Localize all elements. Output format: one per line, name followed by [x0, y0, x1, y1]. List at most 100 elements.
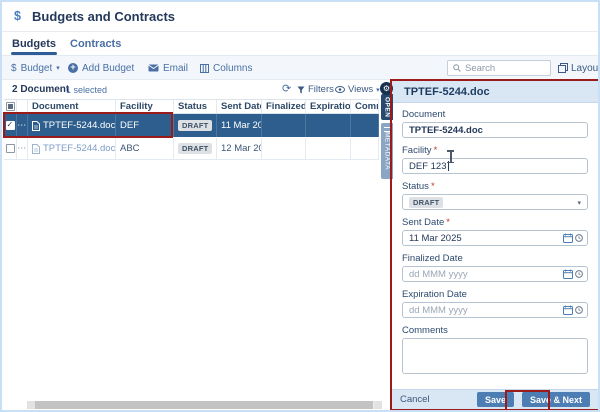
tab-bar: Budgets Contracts — [2, 32, 598, 56]
expiration-date-field[interactable]: dd MMM yyyy — [402, 302, 588, 318]
sent-date-field-label: Sent Date — [402, 217, 444, 228]
scroll-left-arrow[interactable] — [27, 401, 35, 409]
views-button[interactable]: Views ▾ — [335, 84, 380, 95]
document-link[interactable]: TPTEF-5244.doc — [43, 120, 115, 131]
calendar-icon[interactable] — [563, 233, 573, 243]
sent-date-field[interactable]: 11 Mar 2025 — [402, 230, 588, 246]
scroll-right-arrow[interactable] — [374, 401, 382, 409]
metadata-panel: TPTEF-5244.doc Document TPTEF-5244.doc F… — [392, 81, 598, 409]
refresh-icon[interactable]: ⟳ — [282, 82, 291, 95]
app-window: $ Budgets and Contracts Budgets Contract… — [0, 0, 600, 412]
status-badge: DRAFT — [409, 197, 443, 208]
lines-icon — [384, 127, 390, 132]
envelope-icon — [148, 64, 159, 72]
horizontal-scrollbar[interactable] — [27, 401, 382, 409]
chevron-down-icon: ▾ — [577, 199, 581, 207]
select-all-checkbox[interactable] — [4, 100, 17, 113]
columns-icon — [200, 64, 209, 73]
panel-footer: Cancel Save Save & Next — [392, 389, 598, 409]
table-header-row: Document Facility Status Sent Date Final… — [4, 99, 379, 114]
facility-field[interactable]: DEF 123 — [402, 158, 588, 174]
comments-field-label: Comments — [402, 325, 588, 336]
status-field-label: Status — [402, 181, 429, 192]
col-header-finalized[interactable]: Finalized... — [262, 100, 306, 113]
document-link[interactable]: TPTEF-5244.doc — [43, 143, 115, 154]
col-header-document[interactable]: Document — [28, 100, 116, 113]
search-icon — [453, 64, 461, 72]
col-header-facility[interactable]: Facility — [116, 100, 174, 113]
filter-funnel-icon — [297, 86, 305, 94]
scrollbar-thumb[interactable] — [35, 401, 373, 409]
toolbar: $ Budget ▾ + Add Budget Email Columns Se… — [2, 56, 598, 80]
facility-field-label: Facility — [402, 145, 432, 156]
cancel-button[interactable]: Cancel — [400, 394, 430, 405]
metadata-vertical-tab[interactable]: METADATA — [381, 123, 393, 179]
clock-icon[interactable] — [575, 306, 583, 314]
table-row[interactable]: ⋯ TPTEF-5244.doc ABC DRAFT 12 Mar 20... — [4, 138, 379, 160]
layout-button[interactable]: Layout ▾ — [558, 60, 600, 76]
checkbox-empty-icon — [6, 144, 15, 153]
col-header-comments[interactable]: Commen... — [351, 100, 379, 113]
email-button[interactable]: Email — [148, 56, 188, 80]
open-vertical-tab[interactable]: OPEN — [381, 94, 393, 120]
list-header: 2 Document 1 selected ⟳ Filters Views ▾ — [4, 82, 380, 99]
columns-button[interactable]: Columns — [200, 56, 252, 80]
add-budget-button[interactable]: + Add Budget — [68, 56, 134, 80]
document-count: 2 Document — [12, 84, 69, 95]
checkbox-checked-icon — [6, 121, 15, 130]
layout-icon — [558, 63, 568, 73]
chevron-down-icon: ▾ — [56, 64, 60, 72]
col-header-status[interactable]: Status — [174, 100, 217, 113]
tab-budgets[interactable]: Budgets — [12, 38, 56, 50]
search-input[interactable]: Search — [447, 60, 551, 76]
expiration-date-field-label: Expiration Date — [402, 289, 588, 300]
dollar-icon: $ — [14, 9, 21, 23]
col-header-expiration[interactable]: Expiratio... — [306, 100, 351, 113]
selected-count: 1 selected — [66, 85, 107, 95]
budget-menu-button[interactable]: $ Budget ▾ — [11, 56, 60, 80]
save-next-button[interactable]: Save & Next — [522, 392, 590, 407]
eye-icon — [335, 86, 345, 93]
gear-icon[interactable]: ⚙ — [380, 82, 393, 95]
clock-icon[interactable] — [575, 234, 583, 242]
required-asterisk: * — [431, 181, 435, 192]
ellipsis-icon: ⋯ — [17, 143, 27, 154]
mouse-ibeam-cursor — [446, 150, 455, 163]
document-icon — [32, 121, 40, 131]
document-icon — [32, 144, 40, 154]
row-menu-button[interactable]: ⋯ — [17, 114, 28, 137]
clock-icon[interactable] — [575, 270, 583, 278]
required-asterisk: * — [446, 217, 450, 228]
facility-cell: ABC — [116, 138, 174, 159]
active-tab-underline — [11, 52, 57, 55]
row-menu-button[interactable]: ⋯ — [17, 138, 28, 159]
checkbox-indeterminate-icon — [6, 102, 15, 111]
calendar-icon[interactable] — [563, 269, 573, 279]
status-select[interactable]: DRAFT ▾ — [402, 194, 588, 210]
required-asterisk: * — [434, 145, 438, 156]
row-checkbox[interactable] — [4, 114, 17, 137]
document-field-label: Document — [402, 109, 588, 120]
row-checkbox[interactable] — [4, 138, 17, 159]
sent-date-cell: 12 Mar 20... — [217, 138, 262, 159]
page-title: Budgets and Contracts — [32, 9, 175, 24]
comments-textarea[interactable] — [402, 338, 588, 374]
search-placeholder: Search — [465, 63, 495, 74]
finalized-date-field-label: Finalized Date — [402, 253, 588, 264]
status-badge: DRAFT — [178, 143, 212, 154]
calendar-icon[interactable] — [563, 305, 573, 315]
tab-contracts[interactable]: Contracts — [70, 38, 121, 50]
document-field[interactable]: TPTEF-5244.doc — [402, 122, 588, 138]
status-badge: DRAFT — [178, 120, 212, 131]
table-row-selected[interactable]: ⋯ TPTEF-5244.doc DEF DRAFT 11 Mar 20... — [4, 114, 379, 137]
save-button[interactable]: Save — [477, 392, 514, 407]
col-header-sent-date[interactable]: Sent Date — [217, 100, 262, 113]
plus-icon: + — [68, 63, 78, 73]
dollar-icon: $ — [11, 63, 17, 74]
finalized-date-field[interactable]: dd MMM yyyy — [402, 266, 588, 282]
panel-title: TPTEF-5244.doc — [392, 81, 598, 103]
filters-button[interactable]: Filters — [297, 84, 334, 95]
sent-date-cell: 11 Mar 20... — [217, 114, 262, 137]
ellipsis-icon: ⋯ — [17, 120, 27, 131]
facility-cell: DEF — [116, 114, 174, 137]
